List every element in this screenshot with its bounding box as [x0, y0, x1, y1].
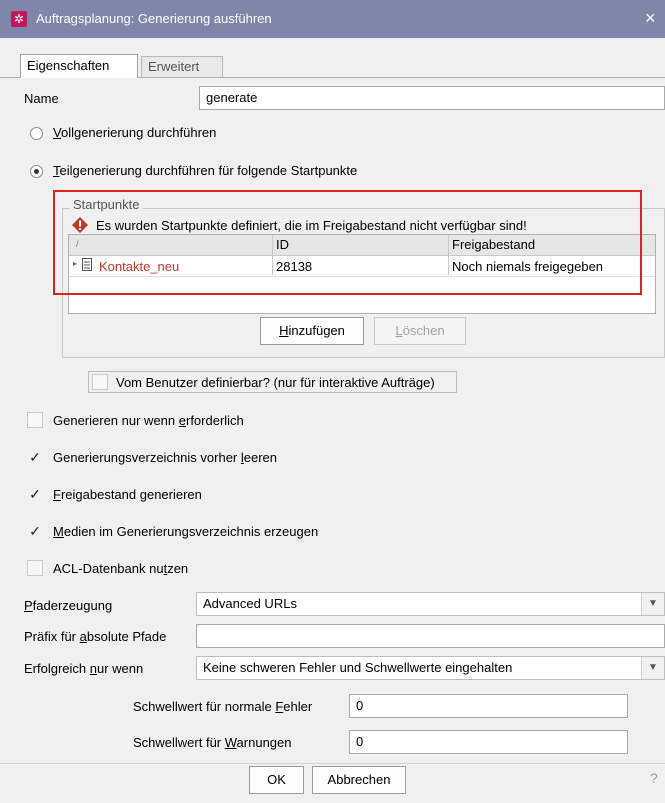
- close-icon[interactable]: ×: [645, 8, 656, 29]
- threshold-warnings-input[interactable]: 0: [349, 730, 628, 754]
- sort-indicator-icon: /: [76, 239, 79, 249]
- checkbox-create-media-label: Medien im Generierungsverzeichnis erzeug…: [53, 524, 319, 539]
- delete-button[interactable]: Löschen: [374, 317, 466, 345]
- chevron-down-icon[interactable]: ▼: [641, 593, 664, 615]
- radio-partial-label: Teilgenerierung durchführen für folgende…: [53, 163, 358, 178]
- add-button[interactable]: Hinzufügen: [260, 317, 364, 345]
- success-condition-label: Erfolgreich nur wenn: [24, 661, 144, 676]
- column-header-id[interactable]: ID: [276, 237, 289, 252]
- page-icon: [82, 258, 92, 271]
- tab-label: Erweitert: [148, 59, 200, 74]
- ok-button[interactable]: OK: [249, 766, 304, 794]
- footer-divider: [0, 763, 665, 764]
- threshold-warnings-label: Schwellwert für Warnungen: [133, 735, 292, 750]
- prefix-input[interactable]: [196, 624, 665, 648]
- tab-erweitert[interactable]: Erweitert: [141, 56, 223, 78]
- user-definable-label: Vom Benutzer definierbar? (nur für inter…: [116, 375, 435, 390]
- radio-full-label: Vollgenerierung durchführen: [53, 125, 217, 140]
- threshold-errors-label: Schwellwert für normale Fehler: [133, 699, 313, 714]
- name-label: Name: [24, 91, 59, 106]
- cancel-button[interactable]: Abbrechen: [312, 766, 406, 794]
- checkbox-clear-directory[interactable]: ✓: [27, 449, 43, 465]
- path-generation-select[interactable]: Advanced URLs ▼: [196, 592, 665, 616]
- startpoint-status: Noch niemals freigegeben: [452, 259, 604, 274]
- startpoint-id: 28138: [276, 259, 313, 274]
- name-input[interactable]: generate: [199, 86, 665, 110]
- checkbox-acl-database-label: ACL-Datenbank nutzen: [53, 561, 189, 576]
- tab-label: Eigenschaften: [27, 58, 110, 73]
- checkbox-generate-if-needed[interactable]: [27, 412, 43, 428]
- path-generation-label: Pfaderzeugung: [24, 598, 113, 613]
- success-condition-value: Keine schweren Fehler und Schwellwerte e…: [203, 660, 513, 675]
- checkbox-generate-if-needed-label: Generieren nur wenn erforderlich: [53, 413, 244, 428]
- table-header: / ID Freigabestand: [69, 235, 655, 256]
- warning-message: Es wurden Startpunkte definiert, die im …: [96, 218, 527, 233]
- checkbox-acl-database[interactable]: [27, 560, 43, 576]
- checkbox-generate-release-label: Freigabestand generieren: [53, 487, 202, 502]
- title-bar: ✲ Auftragsplanung: Generierung ausführen…: [0, 0, 665, 38]
- row-divider: [69, 276, 655, 277]
- checkbox-create-media[interactable]: ✓: [27, 523, 43, 539]
- startpoints-table: / ID Freigabestand ▸ Kontakte_neu 28138 …: [68, 234, 656, 314]
- success-condition-select[interactable]: Keine schweren Fehler und Schwellwerte e…: [196, 656, 665, 680]
- expand-icon[interactable]: ▸: [73, 259, 77, 268]
- path-generation-value: Advanced URLs: [203, 596, 297, 611]
- user-definable-checkbox[interactable]: [92, 374, 108, 390]
- tab-eigenschaften[interactable]: Eigenschaften: [20, 54, 138, 78]
- gear-icon: ✲: [11, 11, 27, 27]
- checkbox-clear-directory-label: Generierungsverzeichnis vorher leeren: [53, 450, 278, 465]
- startpoint-name: Kontakte_neu: [99, 259, 180, 274]
- column-header-freigabestand[interactable]: Freigabestand: [452, 237, 535, 252]
- chevron-down-icon[interactable]: ▼: [641, 657, 664, 679]
- checkbox-generate-release[interactable]: ✓: [27, 486, 43, 502]
- radio-full-generation[interactable]: [30, 127, 43, 140]
- help-icon[interactable]: ?: [650, 770, 658, 786]
- radio-partial-generation[interactable]: [30, 165, 43, 178]
- warning-icon: [72, 217, 88, 233]
- window-title: Auftragsplanung: Generierung ausführen: [36, 11, 272, 26]
- table-row[interactable]: ▸ Kontakte_neu 28138 Noch niemals freige…: [69, 256, 655, 276]
- startpoints-group-title: Startpunkte: [70, 197, 143, 212]
- threshold-errors-input[interactable]: 0: [349, 694, 628, 718]
- prefix-label: Präfix für absolute Pfade: [24, 629, 167, 644]
